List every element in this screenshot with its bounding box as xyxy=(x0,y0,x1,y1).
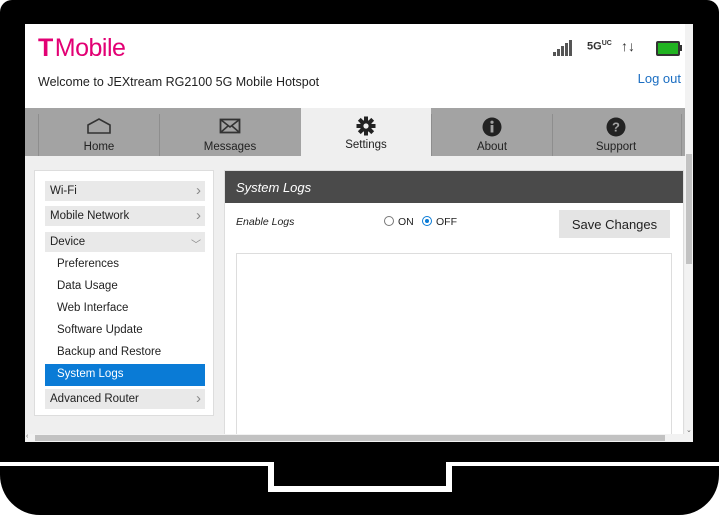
chevron-down-icon: ﹀ xyxy=(191,240,201,251)
tab-label: Support xyxy=(595,141,637,153)
screen: TMobile Welcome to JEXtream RG2100 5G Mo… xyxy=(25,24,693,442)
sidebar-item-label: Device xyxy=(50,236,86,248)
tab-label: Settings xyxy=(345,139,387,151)
sidebar-subitem-web-interface[interactable]: Web Interface xyxy=(45,298,205,320)
sidebar-item-device[interactable]: Device ﹀ xyxy=(45,232,205,252)
tab-label: About xyxy=(476,141,508,153)
scrollbar-thumb[interactable] xyxy=(35,435,665,441)
enable-logs-label: Enable Logs xyxy=(236,216,295,228)
sidebar-item-advanced-router[interactable]: Advanced Router › xyxy=(45,389,205,409)
sidebar-subitem-label: Backup and Restore xyxy=(57,346,162,358)
sidebar-subitem-data-usage[interactable]: Data Usage xyxy=(45,276,205,298)
logo-text: Mobile xyxy=(54,34,126,62)
tab-settings[interactable]: Settings xyxy=(301,108,431,156)
sidebar-subitem-label: Preferences xyxy=(57,258,120,270)
tab-about[interactable]: About xyxy=(431,114,553,156)
sidebar-subitem-label: Web Interface xyxy=(57,302,129,314)
sidebar-subitem-label: Data Usage xyxy=(57,280,118,292)
t-mobile-logo: TMobile xyxy=(38,34,126,63)
header: TMobile Welcome to JEXtream RG2100 5G Mo… xyxy=(25,24,685,108)
logo-mark: T xyxy=(38,34,53,62)
save-changes-button[interactable]: Save Changes xyxy=(559,210,670,238)
log-output-area[interactable] xyxy=(236,253,672,442)
sidebar-item-label: Wi-Fi xyxy=(50,185,77,197)
chevron-right-icon: › xyxy=(196,182,201,199)
battery-tip xyxy=(680,45,682,51)
sidebar-item-label: Advanced Router xyxy=(50,393,139,405)
sidebar-subitem-label: Software Update xyxy=(57,324,143,336)
help-icon: ? xyxy=(551,117,681,139)
radio-off[interactable]: OFF xyxy=(422,216,457,228)
info-icon xyxy=(432,117,552,139)
welcome-text: Welcome to JEXtream RG2100 5G Mobile Hot… xyxy=(38,75,320,89)
sidebar-subitem-software-update[interactable]: Software Update xyxy=(45,320,205,342)
main-tabs: Home Messages Settings About ? Support xyxy=(25,108,685,156)
sidebar-item-mobile-network[interactable]: Mobile Network › xyxy=(45,206,205,226)
logout-link[interactable]: Log out xyxy=(638,71,681,86)
sidebar-item-label: Mobile Network xyxy=(50,210,130,222)
network-type: 5G xyxy=(587,40,602,53)
home-icon xyxy=(39,117,159,139)
system-logs-panel: System Logs Enable Logs ON OFF Save Chan… xyxy=(224,170,684,442)
radio-label: OFF xyxy=(436,216,457,228)
scroll-down-arrow-icon[interactable]: ⌄ xyxy=(686,426,692,434)
battery-icon xyxy=(656,41,680,56)
envelope-icon xyxy=(159,117,301,139)
vertical-scrollbar[interactable]: ⌄ xyxy=(685,24,693,434)
svg-text:?: ? xyxy=(612,120,620,135)
network-subtype: UC xyxy=(601,40,612,47)
stand-notch-inner xyxy=(274,462,446,486)
tab-home[interactable]: Home xyxy=(38,114,160,156)
panel-title: System Logs xyxy=(236,180,312,195)
tab-support[interactable]: ? Support xyxy=(551,114,682,156)
radio-on[interactable]: ON xyxy=(384,216,414,228)
radio-circle xyxy=(422,216,432,226)
gear-icon xyxy=(301,116,431,138)
scrollbar-thumb[interactable] xyxy=(686,154,692,264)
scroll-left-arrow-icon[interactable]: ‹ xyxy=(26,433,28,440)
chevron-right-icon: › xyxy=(196,390,201,407)
tab-messages[interactable]: Messages xyxy=(159,114,302,156)
tab-label: Messages xyxy=(203,141,257,153)
status-icons: 5GUC ↑↓ xyxy=(553,38,683,60)
tab-label: Home xyxy=(83,141,115,153)
sidebar-subitem-backup-restore[interactable]: Backup and Restore xyxy=(45,342,205,364)
horizontal-scrollbar[interactable]: ‹ xyxy=(25,433,693,442)
sidebar-subitem-label: System Logs xyxy=(57,368,124,380)
radio-label: ON xyxy=(398,216,414,228)
sidebar-subitem-system-logs[interactable]: System Logs xyxy=(45,364,205,386)
content-area: Wi-Fi › Mobile Network › Device ﹀ Prefer… xyxy=(25,156,685,442)
sidebar-subitem-preferences[interactable]: Preferences xyxy=(45,254,205,276)
data-transfer-icon: ↑↓ xyxy=(621,38,635,54)
panel-header: System Logs xyxy=(225,171,683,203)
radio-circle xyxy=(384,216,394,226)
sidebar-item-wifi[interactable]: Wi-Fi › xyxy=(45,181,205,201)
chevron-right-icon: › xyxy=(196,207,201,224)
5g-uc-icon: 5GUC xyxy=(587,40,612,53)
settings-sidebar: Wi-Fi › Mobile Network › Device ﹀ Prefer… xyxy=(34,170,214,416)
